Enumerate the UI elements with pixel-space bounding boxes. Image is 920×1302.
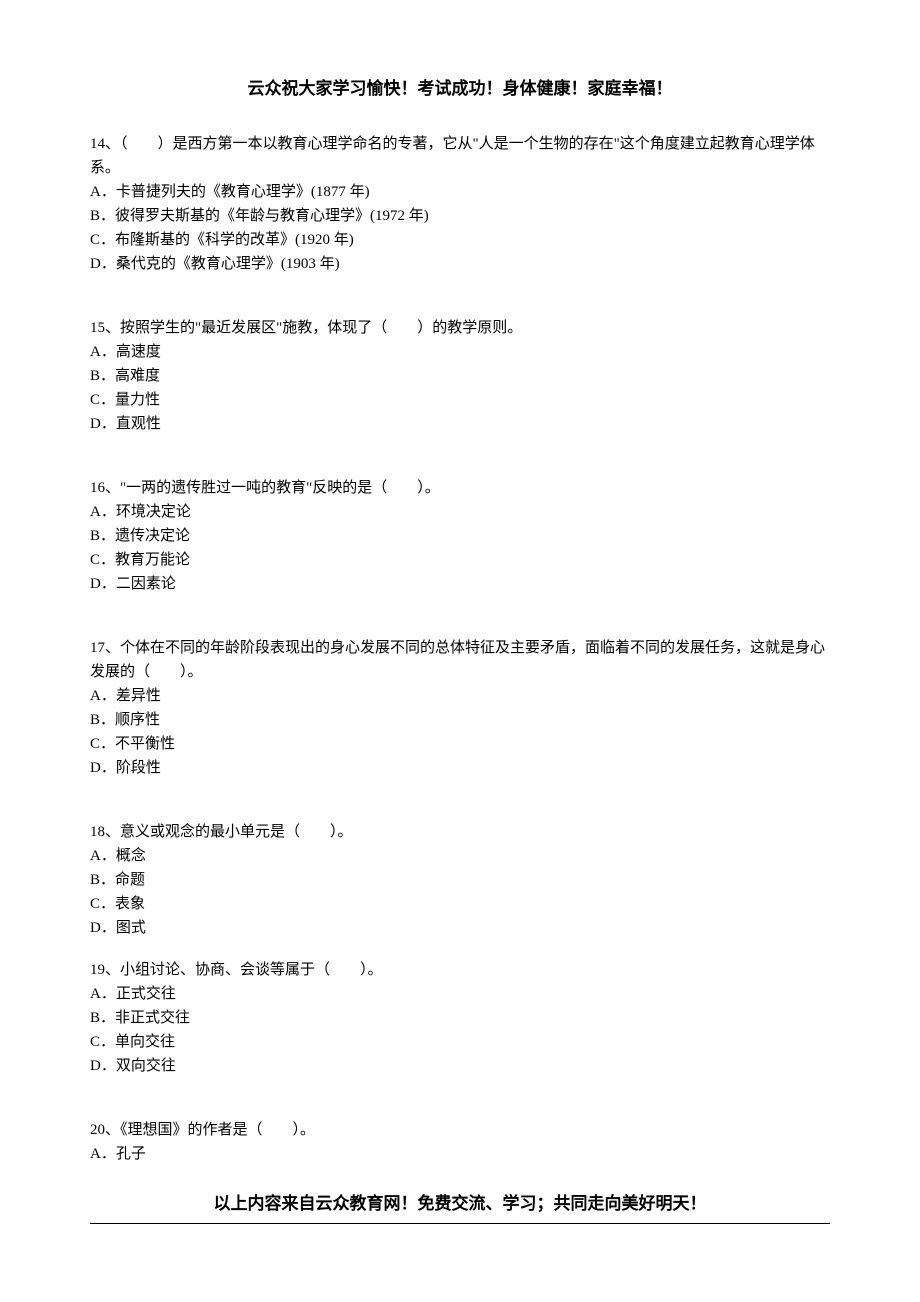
option-c: C．表象 xyxy=(90,892,830,916)
footer-divider xyxy=(90,1223,830,1224)
option-a: A．孔子 xyxy=(90,1142,830,1166)
question-18: 18、意义或观念的最小单元是（ ）。 A．概念 B．命题 C．表象 D．图式 xyxy=(90,820,830,940)
question-stem: 17、个体在不同的年龄阶段表现出的身心发展不同的总体特征及主要矛盾，面临着不同的… xyxy=(90,636,830,684)
question-16: 16、"一两的遗传胜过一吨的教育"反映的是（ ）。 A．环境决定论 B．遗传决定… xyxy=(90,476,830,596)
option-c: C．量力性 xyxy=(90,388,830,412)
option-b: B．高难度 xyxy=(90,364,830,388)
page-header: 云众祝大家学习愉快！考试成功！身体健康！家庭幸福！ xyxy=(90,75,830,102)
option-c: C．教育万能论 xyxy=(90,548,830,572)
option-d: D．桑代克的《教育心理学》(1903 年) xyxy=(90,252,830,276)
question-stem: 16、"一两的遗传胜过一吨的教育"反映的是（ ）。 xyxy=(90,476,830,500)
option-a: A．高速度 xyxy=(90,340,830,364)
question-stem: 18、意义或观念的最小单元是（ ）。 xyxy=(90,820,830,844)
question-14: 14、（ ）是西方第一本以教育心理学命名的专著，它从"人是一个生物的存在"这个角… xyxy=(90,132,830,276)
option-a: A．差异性 xyxy=(90,684,830,708)
option-c: C．布隆斯基的《科学的改革》(1920 年) xyxy=(90,228,830,252)
page-footer: 以上内容来自云众教育网！免费交流、学习；共同走向美好明天！ xyxy=(90,1190,830,1217)
question-17: 17、个体在不同的年龄阶段表现出的身心发展不同的总体特征及主要矛盾，面临着不同的… xyxy=(90,636,830,780)
question-stem: 15、按照学生的"最近发展区"施教，体现了（ ）的教学原则。 xyxy=(90,316,830,340)
option-b: B．彼得罗夫斯基的《年龄与教育心理学》(1972 年) xyxy=(90,204,830,228)
option-b: B．遗传决定论 xyxy=(90,524,830,548)
question-15: 15、按照学生的"最近发展区"施教，体现了（ ）的教学原则。 A．高速度 B．高… xyxy=(90,316,830,436)
question-19: 19、小组讨论、协商、会谈等属于（ ）。 A．正式交往 B．非正式交往 C．单向… xyxy=(90,958,830,1078)
option-d: D．双向交往 xyxy=(90,1054,830,1078)
option-c: C．单向交往 xyxy=(90,1030,830,1054)
option-b: B．非正式交往 xyxy=(90,1006,830,1030)
option-a: A．概念 xyxy=(90,844,830,868)
option-b: B．命题 xyxy=(90,868,830,892)
option-d: D．直观性 xyxy=(90,412,830,436)
question-20: 20、《理想国》的作者是（ ）。 A．孔子 xyxy=(90,1118,830,1166)
option-d: D．二因素论 xyxy=(90,572,830,596)
option-c: C．不平衡性 xyxy=(90,732,830,756)
option-a: A．卡普捷列夫的《教育心理学》(1877 年) xyxy=(90,180,830,204)
question-stem: 14、（ ）是西方第一本以教育心理学命名的专著，它从"人是一个生物的存在"这个角… xyxy=(90,132,830,180)
question-stem: 20、《理想国》的作者是（ ）。 xyxy=(90,1118,830,1142)
option-a: A．环境决定论 xyxy=(90,500,830,524)
option-d: D．图式 xyxy=(90,916,830,940)
option-b: B．顺序性 xyxy=(90,708,830,732)
question-stem: 19、小组讨论、协商、会谈等属于（ ）。 xyxy=(90,958,830,982)
option-a: A．正式交往 xyxy=(90,982,830,1006)
option-d: D．阶段性 xyxy=(90,756,830,780)
